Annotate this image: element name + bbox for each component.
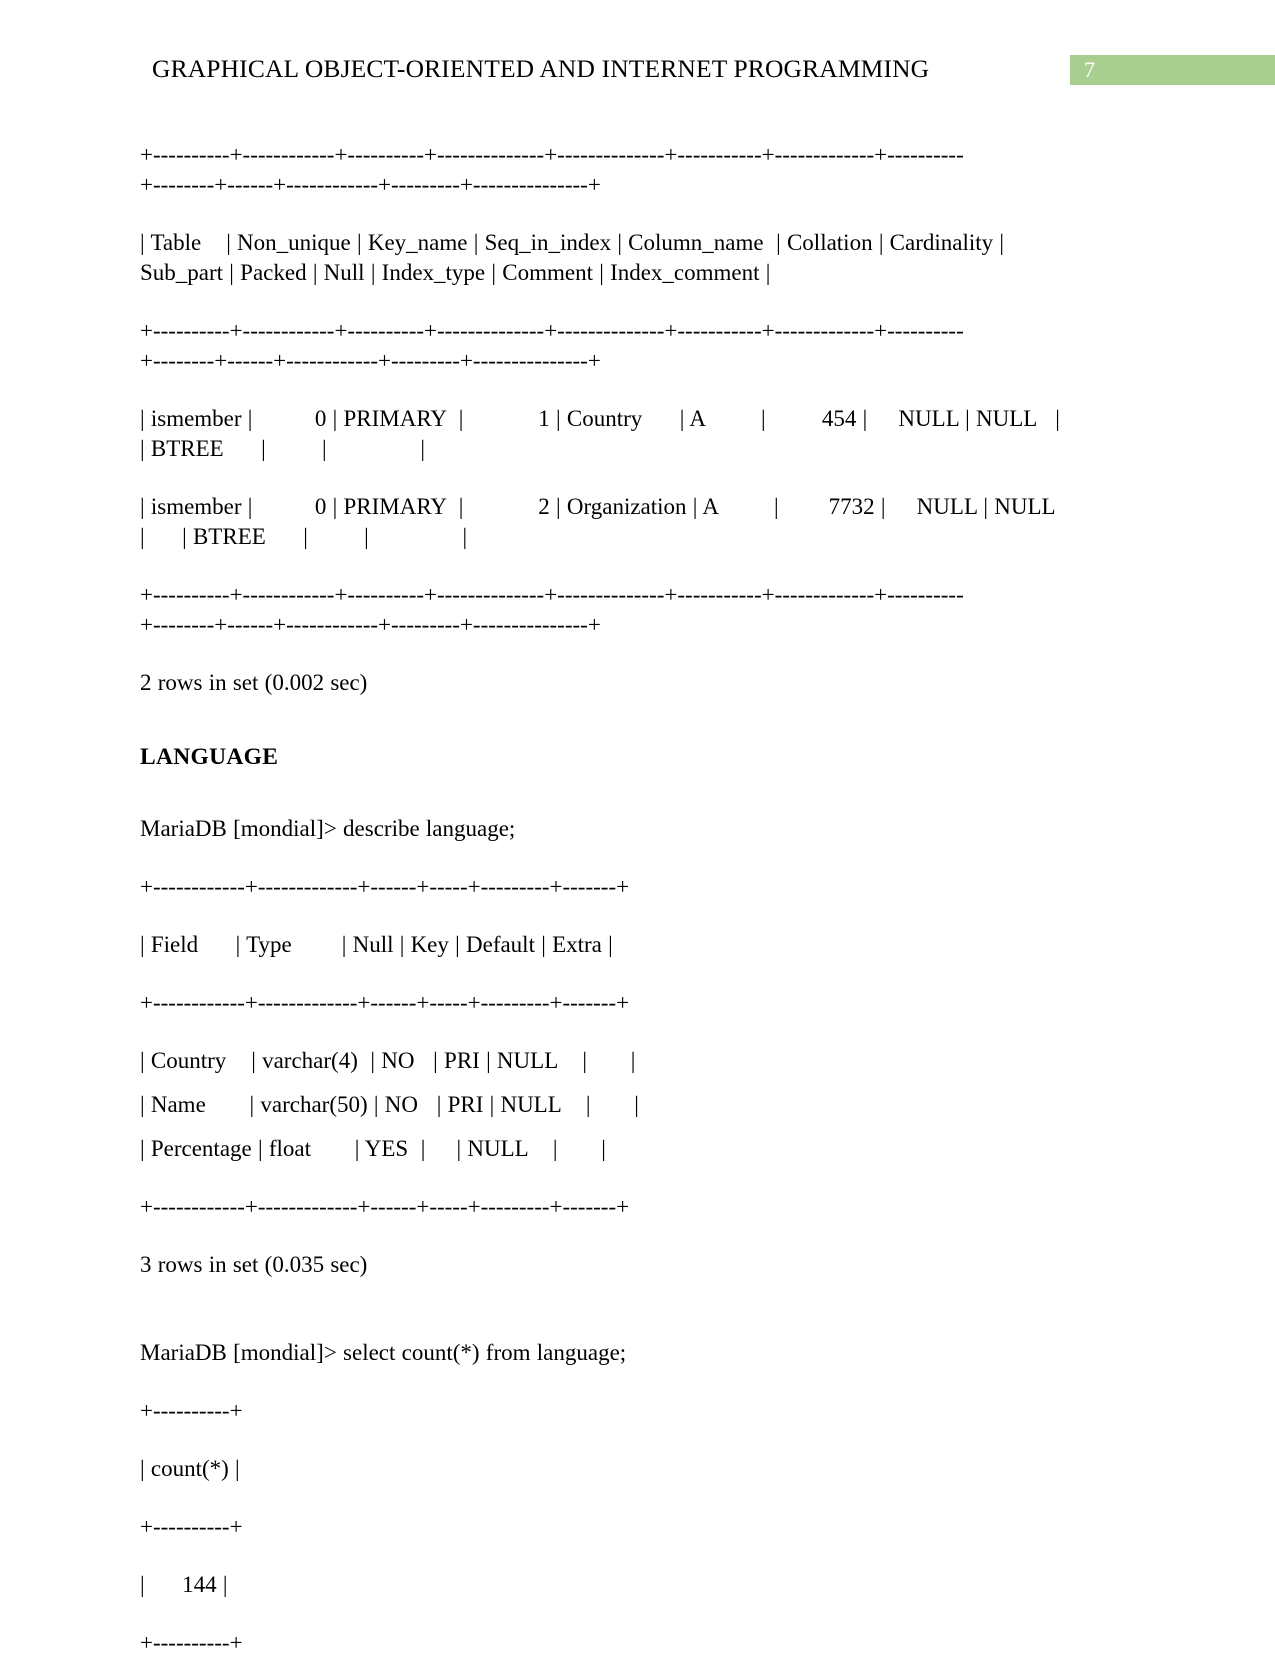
index-column-header-line2: Sub_part | Packed | Null | Index_type | … xyxy=(140,260,771,285)
count-column-header: | count(*) | xyxy=(140,1456,240,1481)
describe-row-country: | Country | varchar(4) | NO | PRI | NULL… xyxy=(140,1048,636,1073)
index-separator-mid-line1: +----------+------------+----------+----… xyxy=(140,318,964,343)
header-title: GRAPHICAL OBJECT-ORIENTED AND INTERNET P… xyxy=(152,54,930,83)
language-section-heading: LANGUAGE xyxy=(140,744,279,770)
index-rows-in-set: 2 rows in set (0.002 sec) xyxy=(140,670,368,695)
describe-rows-in-set: 3 rows in set (0.035 sec) xyxy=(140,1252,368,1277)
index-separator-bottom-line2: +--------+------+------------+---------+… xyxy=(140,612,601,637)
index-separator-top-line1: +----------+------------+----------+----… xyxy=(140,142,964,167)
index-column-header-line1: | Table | Non_unique | Key_name | Seq_in… xyxy=(140,230,1005,255)
describe-separator-top: +------------+-------------+------+-----… xyxy=(140,874,630,899)
index-row-organization-line1: | ismember | 0 | PRIMARY | 2 | Organizat… xyxy=(140,494,1056,519)
describe-row-percentage: | Percentage | float | YES | | NULL | | xyxy=(140,1136,606,1161)
count-query-prompt: MariaDB [mondial]> select count(*) from … xyxy=(140,1340,627,1365)
count-separator-mid: +----------+ xyxy=(140,1514,243,1539)
page-header: GRAPHICAL OBJECT-ORIENTED AND INTERNET P… xyxy=(0,52,1275,92)
index-row-organization: | ismember | 0 | PRIMARY | 2 | Organizat… xyxy=(140,492,1100,552)
index-separator-top-line2: +--------+------+------------+---------+… xyxy=(140,172,601,197)
index-separator-mid: +----------+------------+----------+----… xyxy=(140,316,1100,376)
index-row-organization-line2: | | BTREE | | | xyxy=(140,524,468,549)
index-row-country-line1: | ismember | 0 | PRIMARY | 1 | Country |… xyxy=(140,406,1060,431)
count-separator-top: +----------+ xyxy=(140,1398,243,1423)
index-separator-mid-line2: +--------+------+------------+---------+… xyxy=(140,348,601,373)
document-body: +----------+------------+----------+----… xyxy=(140,140,1100,1674)
index-separator-bottom-line1: +----------+------------+----------+----… xyxy=(140,582,964,607)
index-column-header: | Table | Non_unique | Key_name | Seq_in… xyxy=(140,228,1100,288)
describe-separator-bottom: +------------+-------------+------+-----… xyxy=(140,1194,630,1219)
page-number-badge: 7 xyxy=(1070,55,1275,85)
count-value-row: | 144 | xyxy=(140,1572,228,1597)
page-number-label: 7 xyxy=(1084,57,1095,82)
describe-column-header: | Field | Type | Null | Key | Default | … xyxy=(140,932,613,957)
describe-row-name: | Name | varchar(50) | NO | PRI | NULL |… xyxy=(140,1092,639,1117)
index-separator-top: +----------+------------+----------+----… xyxy=(140,140,1100,200)
describe-separator-mid: +------------+-------------+------+-----… xyxy=(140,990,630,1015)
describe-language-prompt: MariaDB [mondial]> describe language; xyxy=(140,816,516,841)
index-row-country: | ismember | 0 | PRIMARY | 1 | Country |… xyxy=(140,404,1100,464)
document-page: GRAPHICAL OBJECT-ORIENTED AND INTERNET P… xyxy=(0,0,1275,1655)
count-separator-bottom: +----------+ xyxy=(140,1630,243,1655)
index-separator-bottom: +----------+------------+----------+----… xyxy=(140,580,1100,640)
index-row-country-line2: | BTREE | | | xyxy=(140,436,425,461)
